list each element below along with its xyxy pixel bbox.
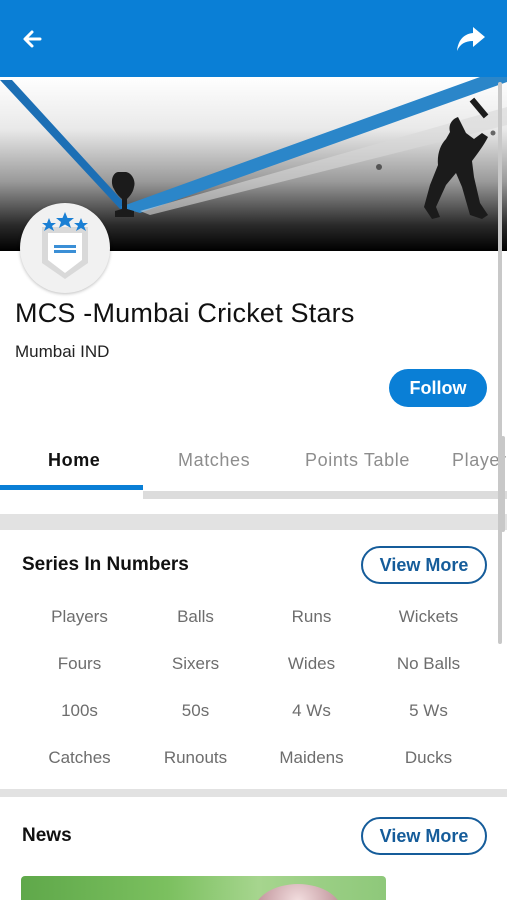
stat-wides[interactable]: Wides xyxy=(253,654,370,674)
shield-stars-icon xyxy=(42,212,88,279)
stat-100s[interactable]: 100s xyxy=(21,701,138,721)
stat-5-ws[interactable]: 5 Ws xyxy=(370,701,487,721)
tab-scrollbar xyxy=(501,436,505,532)
stat-balls[interactable]: Balls xyxy=(137,607,254,627)
stat-players[interactable]: Players xyxy=(21,607,138,627)
follow-button[interactable]: Follow xyxy=(389,369,487,407)
team-name: MCS -Mumbai Cricket Stars xyxy=(15,298,355,328)
stat-runouts[interactable]: Runouts xyxy=(137,748,254,768)
tab-matches[interactable]: Matches xyxy=(178,450,250,471)
stat-wickets[interactable]: Wickets xyxy=(370,607,487,627)
stat-ducks[interactable]: Ducks xyxy=(370,748,487,768)
stat-50s[interactable]: 50s xyxy=(137,701,254,721)
stat-sixers[interactable]: Sixers xyxy=(137,654,254,674)
arrow-left-icon[interactable] xyxy=(18,24,48,54)
stat-runs[interactable]: Runs xyxy=(253,607,370,627)
stat-fours[interactable]: Fours xyxy=(21,654,138,674)
news-thumbnail[interactable] xyxy=(21,876,386,900)
cricket-ball-image xyxy=(253,884,343,900)
section-divider xyxy=(0,514,507,530)
news-view-more-button[interactable]: View More xyxy=(361,817,487,855)
share-icon[interactable] xyxy=(455,24,487,54)
stat-maidens[interactable]: Maidens xyxy=(253,748,370,768)
tab-home[interactable]: Home xyxy=(48,450,100,471)
series-title: Series In Numbers xyxy=(22,554,189,575)
section-divider xyxy=(0,789,507,797)
stat-4-ws[interactable]: 4 Ws xyxy=(253,701,370,721)
team-location: Mumbai IND xyxy=(15,342,110,361)
stat-catches[interactable]: Catches xyxy=(21,748,138,768)
team-logo xyxy=(20,203,110,293)
tab-points-table[interactable]: Points Table xyxy=(305,450,410,471)
tab-active-indicator xyxy=(0,485,143,490)
stat-no-balls[interactable]: No Balls xyxy=(370,654,487,674)
series-view-more-button[interactable]: View More xyxy=(361,546,487,584)
tab-bar: Home Matches Points Table Players xyxy=(0,436,507,492)
tab-underline xyxy=(143,491,507,499)
news-title: News xyxy=(22,825,72,846)
scrollbar[interactable] xyxy=(498,82,502,644)
app-bar xyxy=(0,0,507,77)
